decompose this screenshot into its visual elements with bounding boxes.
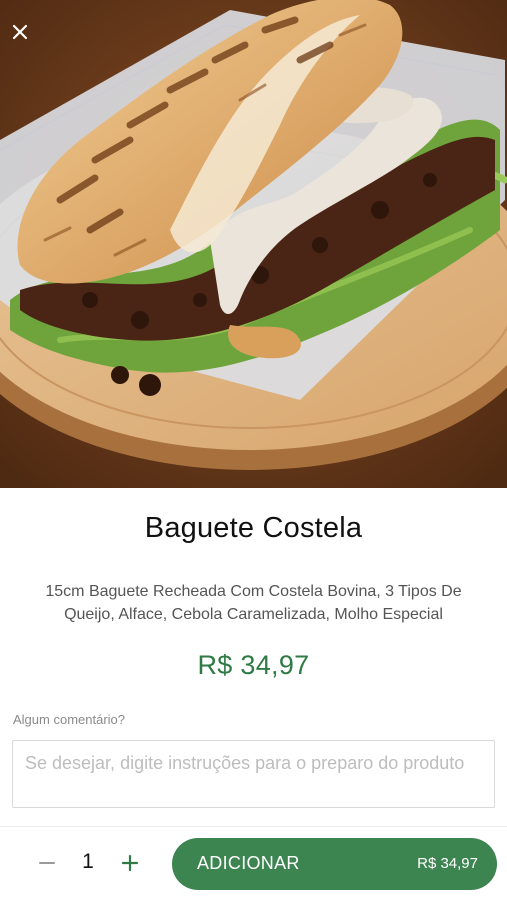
add-to-cart-button[interactable]: ADICIONAR R$ 34,97 — [172, 838, 497, 890]
minus-icon — [39, 862, 55, 864]
close-icon — [12, 24, 28, 40]
close-button[interactable] — [6, 18, 34, 46]
plus-icon — [121, 854, 139, 872]
decrease-quantity-button[interactable] — [31, 847, 63, 879]
product-description: 15cm Baguete Recheada Com Costela Bovina… — [45, 583, 462, 623]
product-detail-page: Baguete Costela 15cm Baguete Recheada Co… — [0, 0, 507, 900]
sandwich-photo — [0, 0, 507, 488]
comment-label: Algum comentário? — [13, 712, 125, 727]
product-price: R$ 34,97 — [197, 650, 310, 680]
product-title: Baguete Costela — [144, 512, 363, 544]
quantity-value: 1 — [82, 850, 94, 873]
product-image — [0, 0, 507, 488]
increase-quantity-button[interactable] — [114, 847, 146, 879]
comment-input[interactable] — [12, 740, 495, 808]
add-button-label: ADICIONAR — [197, 853, 300, 873]
footer-divider — [0, 826, 507, 827]
add-button-price: R$ 34,97 — [417, 855, 478, 872]
